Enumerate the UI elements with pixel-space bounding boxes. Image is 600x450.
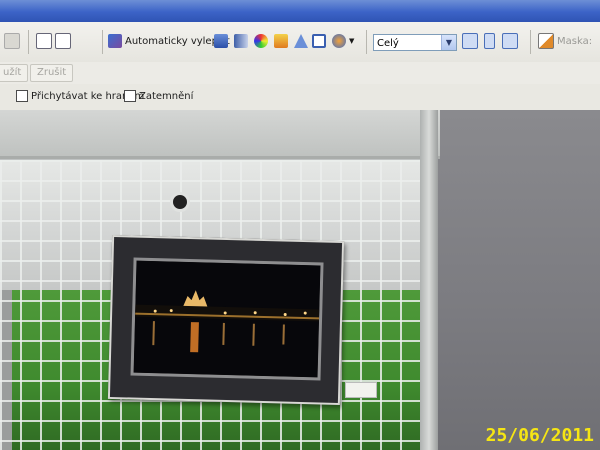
mask-label: Maska: — [557, 35, 593, 47]
effects-button[interactable]: ▼ — [332, 31, 354, 51]
darken-label: Zatemnění — [139, 90, 194, 102]
toolbar-separator — [530, 30, 531, 54]
photo-frame-post — [420, 110, 438, 450]
copy-button[interactable] — [36, 31, 52, 51]
mask-icon — [538, 33, 554, 49]
photo-label-card — [345, 382, 377, 398]
paste-icon — [55, 33, 71, 49]
city-lights-svg — [133, 260, 321, 378]
color-icon — [254, 34, 268, 48]
contrast-icon — [234, 34, 248, 48]
photo-hole — [170, 192, 190, 212]
brightness-button[interactable] — [274, 31, 288, 51]
chevron-down-icon: ▼ — [349, 37, 355, 45]
auto-enhance-icon — [108, 34, 122, 48]
crop-button[interactable] — [312, 31, 326, 51]
checkbox-box[interactable] — [16, 90, 28, 102]
sharpen-button[interactable] — [294, 31, 308, 51]
main-toolbar: Automaticky vylepšit ▼ Celý ▼ Maska: — [0, 22, 600, 63]
undo-icon — [4, 33, 20, 49]
darken-checkbox[interactable]: Zatemnění — [124, 90, 193, 102]
sharpen-icon — [294, 34, 308, 48]
apply-button[interactable]: užít — [0, 64, 29, 82]
zoom-select-value: Celý — [377, 38, 399, 49]
color-button[interactable] — [254, 31, 268, 51]
paste-button[interactable] — [55, 31, 71, 51]
zoom-icon — [502, 33, 518, 49]
levels-button[interactable] — [214, 31, 228, 51]
night-cityscape — [130, 257, 324, 381]
fit-window-icon — [462, 33, 478, 49]
toolbar-separator — [28, 30, 29, 54]
action-row: užít Zrušit — [0, 62, 600, 84]
cancel-button[interactable]: Zrušit — [30, 64, 74, 82]
auto-enhance-button[interactable]: Automaticky vylepšit — [108, 31, 230, 51]
chevron-down-icon[interactable]: ▼ — [441, 35, 456, 50]
zoom-select[interactable]: Celý ▼ — [373, 34, 457, 51]
canvas-background — [435, 110, 600, 450]
contrast-button[interactable] — [234, 31, 248, 51]
toolbar-separator — [366, 30, 367, 54]
fit-height-icon — [484, 33, 495, 49]
options-row: Přichytávat ke hranám Zatemnění — [0, 84, 600, 111]
effects-icon — [332, 34, 346, 48]
checkbox-box[interactable] — [124, 90, 136, 102]
undo-button[interactable] — [4, 31, 20, 51]
photo-window-frame — [0, 110, 440, 159]
brightness-icon — [274, 34, 288, 48]
actual-size-button[interactable] — [502, 31, 518, 51]
window-title-bar — [0, 0, 600, 22]
levels-icon — [214, 34, 228, 48]
crop-icon — [312, 34, 326, 48]
fit-window-button[interactable] — [462, 31, 478, 51]
mask-control[interactable]: Maska: — [538, 31, 592, 51]
toolbar-separator — [102, 30, 103, 54]
copy-icon — [36, 33, 52, 49]
framed-night-photo — [107, 234, 345, 406]
date-stamp: 25/06/2011 — [485, 425, 594, 446]
fit-height-button[interactable] — [484, 31, 495, 51]
